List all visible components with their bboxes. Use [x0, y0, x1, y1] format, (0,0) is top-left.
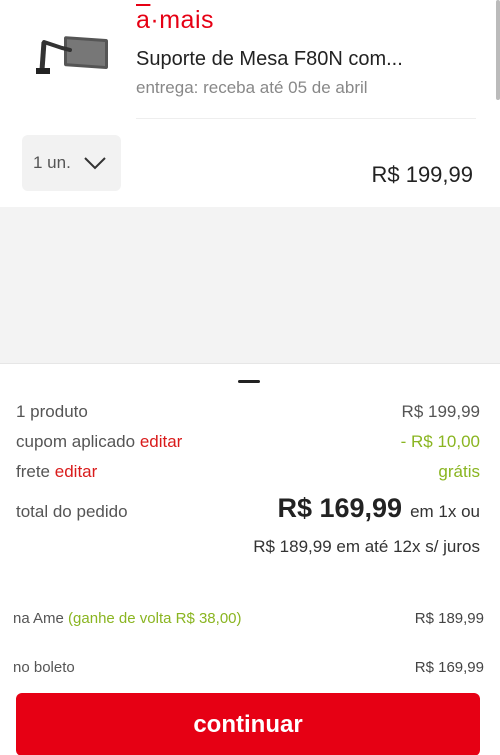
brand-separator: · — [150, 6, 160, 34]
total-label: total do pedido — [16, 502, 128, 521]
quantity-value: 1 un. — [33, 153, 71, 172]
coupon-edit-link[interactable]: editar — [140, 432, 183, 451]
coupon-row: cupom aplicado editar - R$ 10,00 — [16, 432, 480, 452]
payment-option-boleto: no boleto R$ 169,99 — [13, 659, 484, 676]
delivery-info: entrega: receba até 05 de abril — [136, 78, 368, 97]
background-area — [0, 207, 500, 363]
order-summary-sheet: 1 produto R$ 199,99 cupom aplicado edita… — [0, 363, 500, 755]
payment-value: R$ 189,99 — [414, 610, 484, 627]
total-price: R$ 169,99 em 1x ou — [277, 493, 480, 524]
item-price: R$ 199,99 — [371, 162, 473, 187]
brand-name: mais — [159, 6, 215, 34]
coupon-value: - R$ 10,00 — [400, 432, 480, 451]
cashback-bonus: (ganhe de volta R$ 38,00) — [68, 610, 242, 627]
quantity-select[interactable]: 1 un. — [22, 135, 121, 191]
brand-prefix: a — [136, 6, 151, 34]
chevron-down-icon — [84, 157, 106, 170]
payment-option-ame: na Ame (ganhe de volta R$ 38,00) R$ 189,… — [13, 610, 484, 627]
continue-button[interactable]: continuar — [16, 693, 480, 755]
drag-handle[interactable] — [238, 380, 260, 383]
payment-value: R$ 169,99 — [414, 659, 484, 676]
shipping-row: frete editar grátis — [16, 462, 480, 482]
payment-label: no boleto — [13, 659, 75, 676]
shipping-value: grátis — [438, 462, 480, 481]
monitor-arm-icon[interactable] — [34, 30, 112, 76]
products-row: 1 produto R$ 199,99 — [16, 402, 480, 422]
brand-logo[interactable]: a·mais — [136, 6, 214, 35]
coupon-label: cupom aplicado — [16, 432, 136, 451]
payment-label: na Ame — [13, 610, 64, 627]
products-value: R$ 199,99 — [401, 402, 480, 421]
scrollbar[interactable] — [496, 0, 500, 100]
products-label: 1 produto — [16, 402, 88, 421]
total-suffix: em 1x ou — [410, 502, 480, 521]
divider — [136, 118, 476, 119]
shipping-label: frete — [16, 462, 51, 481]
product-title[interactable]: Suporte de Mesa F80N com... — [136, 48, 403, 71]
total-value: R$ 169,99 — [277, 493, 403, 523]
shipping-edit-link[interactable]: editar — [55, 462, 98, 481]
installments-info: R$ 189,99 em até 12x s/ juros — [253, 537, 480, 556]
cart-item: a·mais Suporte de Mesa F80N com... entre… — [0, 0, 500, 122]
